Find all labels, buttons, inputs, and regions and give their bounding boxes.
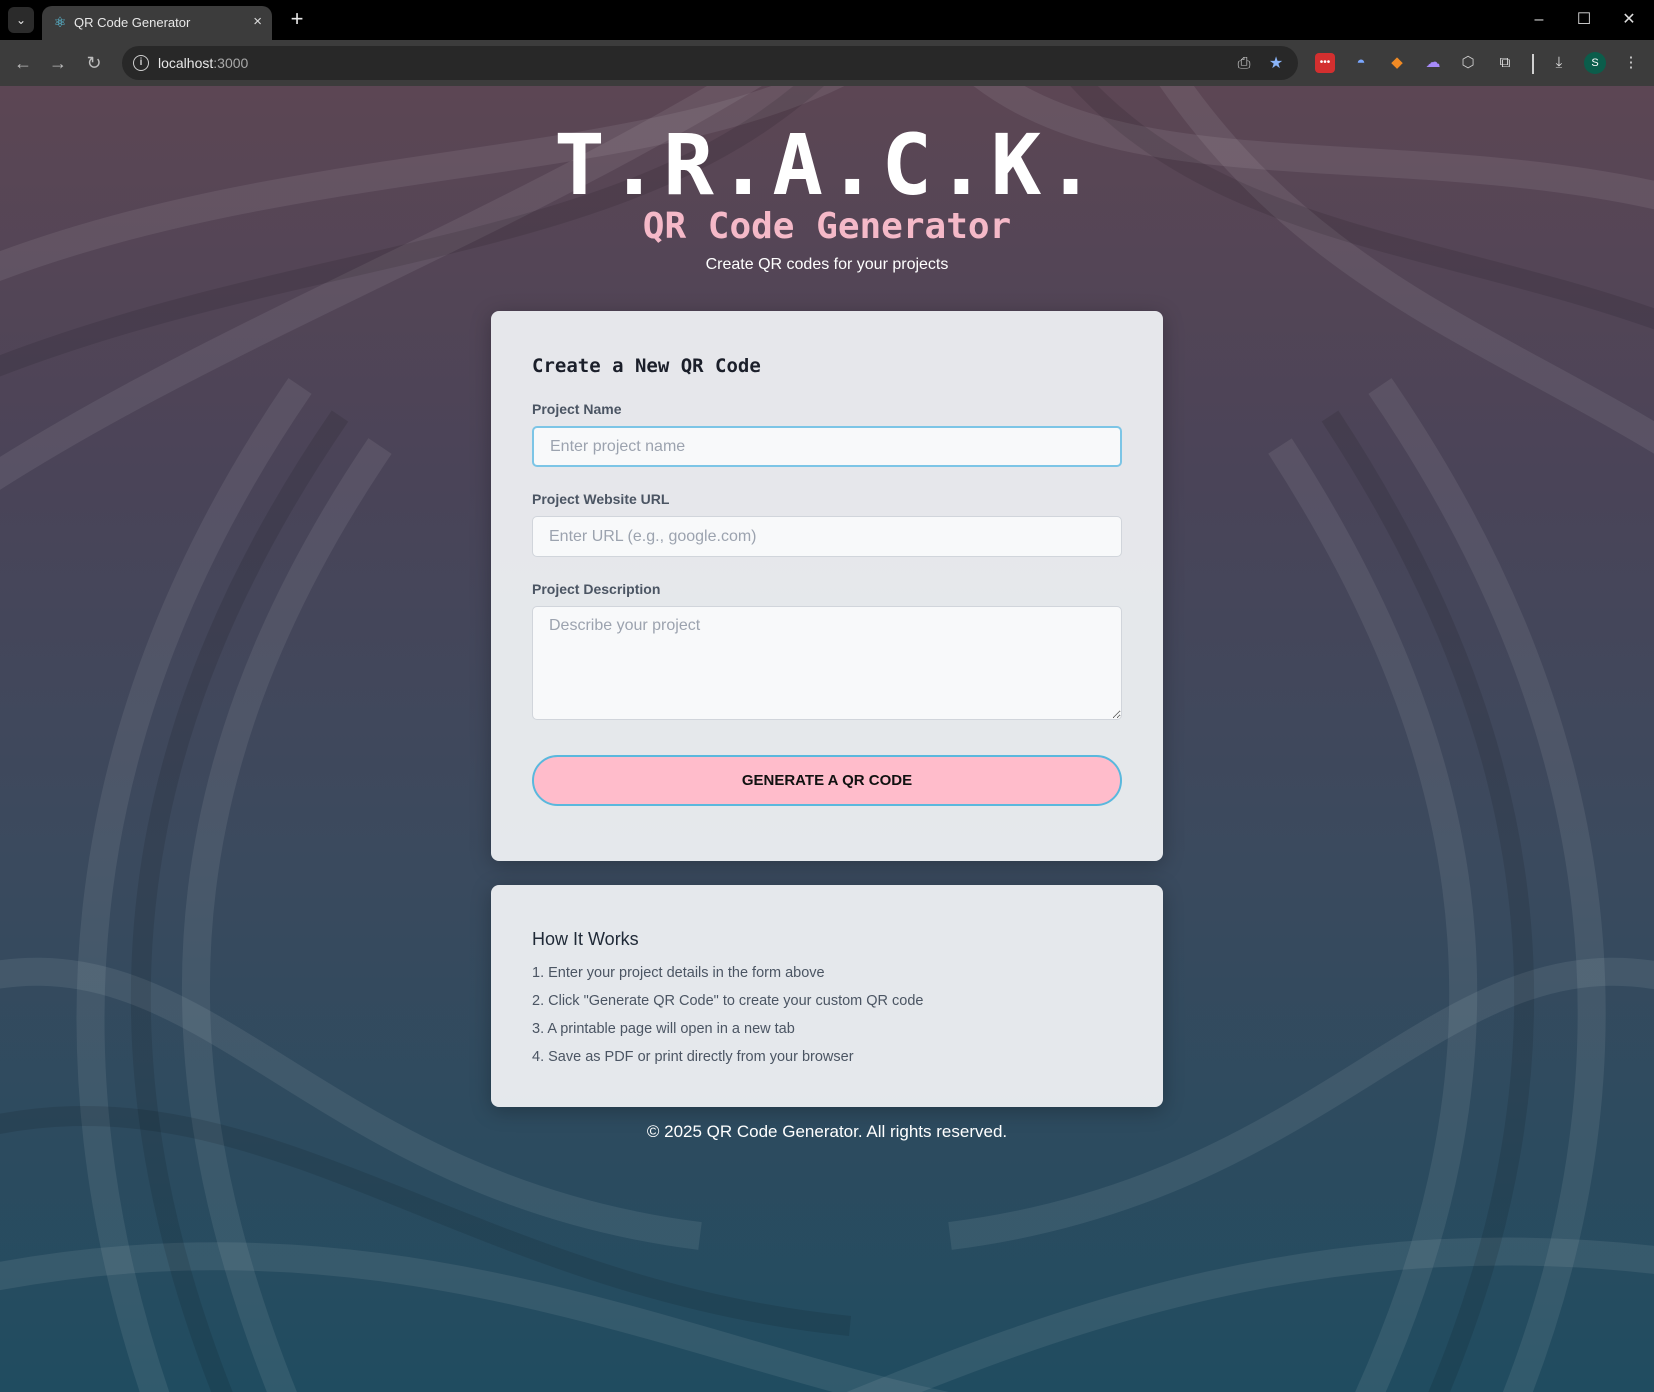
list-item: 4. Save as PDF or print directly from yo… [532, 1049, 854, 1065]
extension-incognito-icon[interactable]: ◓ [1351, 53, 1371, 73]
react-icon: ⚛ [53, 14, 67, 30]
project-url-label: Project Website URL [532, 491, 670, 507]
how-it-works-list: 1. Enter your project details in the for… [532, 963, 924, 1075]
reload-icon[interactable]: ↻ [82, 51, 106, 75]
how-it-works-card: How It Works 1. Enter your project detai… [491, 885, 1163, 1107]
more-menu-icon[interactable]: ⋮ [1621, 53, 1641, 73]
tab-title: QR Code Generator [74, 15, 191, 30]
new-tab-button[interactable]: + [284, 7, 310, 33]
maximize-icon[interactable]: ☐ [1569, 8, 1599, 32]
address-bar[interactable]: i localhost:3000 ⎙ ★ [122, 46, 1298, 80]
footer-copyright: © 2025 QR Code Generator. All rights res… [646, 1122, 1008, 1141]
extension-ghost-icon[interactable]: ☁ [1423, 53, 1443, 73]
list-item: 1. Enter your project details in the for… [532, 965, 825, 981]
qr-form-card: Create a New QR Code Project Name Projec… [491, 311, 1163, 861]
page-viewport: T.R.A.C.K. QR Code Generator Create QR c… [0, 86, 1654, 1392]
url-port: :3000 [213, 55, 249, 71]
page-tagline: Create QR codes for your projects [705, 256, 949, 273]
list-item: 2. Click "Generate QR Code" to create yo… [532, 993, 924, 1009]
how-it-works-title: How It Works [532, 929, 639, 949]
list-item: 3. A printable page will open in a new t… [532, 1021, 795, 1037]
minimize-icon[interactable]: – [1524, 8, 1554, 32]
generate-qr-button[interactable]: GENERATE A QR CODE [532, 755, 1122, 806]
extension-cube-icon[interactable]: ⬡ [1458, 53, 1478, 73]
browser-toolbar: ← → ↻ i localhost:3000 ⎙ ★ ••• ◓ ◆ ☁ ⬡ ⧉… [0, 40, 1654, 86]
extension-red-icon[interactable]: ••• [1315, 53, 1335, 73]
toolbar-separator [1532, 54, 1534, 74]
install-app-icon[interactable]: ⎙ [1234, 54, 1254, 74]
url-text: localhost:3000 [158, 55, 248, 71]
site-info-icon[interactable]: i [133, 55, 149, 71]
project-name-input[interactable] [532, 426, 1122, 467]
window-close-icon[interactable]: ✕ [1614, 8, 1644, 32]
page-title: T.R.A.C.K. [554, 116, 1100, 214]
forward-icon[interactable]: → [46, 51, 70, 75]
extension-fox-icon[interactable]: ◆ [1387, 53, 1407, 73]
url-host: localhost [158, 55, 214, 71]
project-description-textarea[interactable] [532, 606, 1122, 720]
project-url-input[interactable] [532, 516, 1122, 557]
project-description-label: Project Description [532, 581, 661, 597]
download-icon[interactable]: ⤓ [1549, 53, 1569, 73]
form-title: Create a New QR Code [532, 355, 761, 377]
project-name-label: Project Name [532, 401, 622, 417]
browser-tab-active[interactable]: ⚛ QR Code Generator × [42, 6, 272, 40]
extensions-puzzle-icon[interactable]: ⧉ [1495, 53, 1515, 73]
close-icon[interactable]: × [253, 13, 262, 30]
chevron-down-icon: ⌄ [15, 13, 27, 27]
tab-search-button[interactable]: ⌄ [8, 7, 34, 33]
page-subtitle: QR Code Generator [642, 206, 1012, 247]
back-icon[interactable]: ← [11, 51, 35, 75]
profile-avatar[interactable]: S [1584, 52, 1606, 74]
bookmark-star-icon[interactable]: ★ [1266, 54, 1286, 74]
browser-tab-bar: ⌄ ⚛ QR Code Generator × + – ☐ ✕ [0, 0, 1654, 40]
